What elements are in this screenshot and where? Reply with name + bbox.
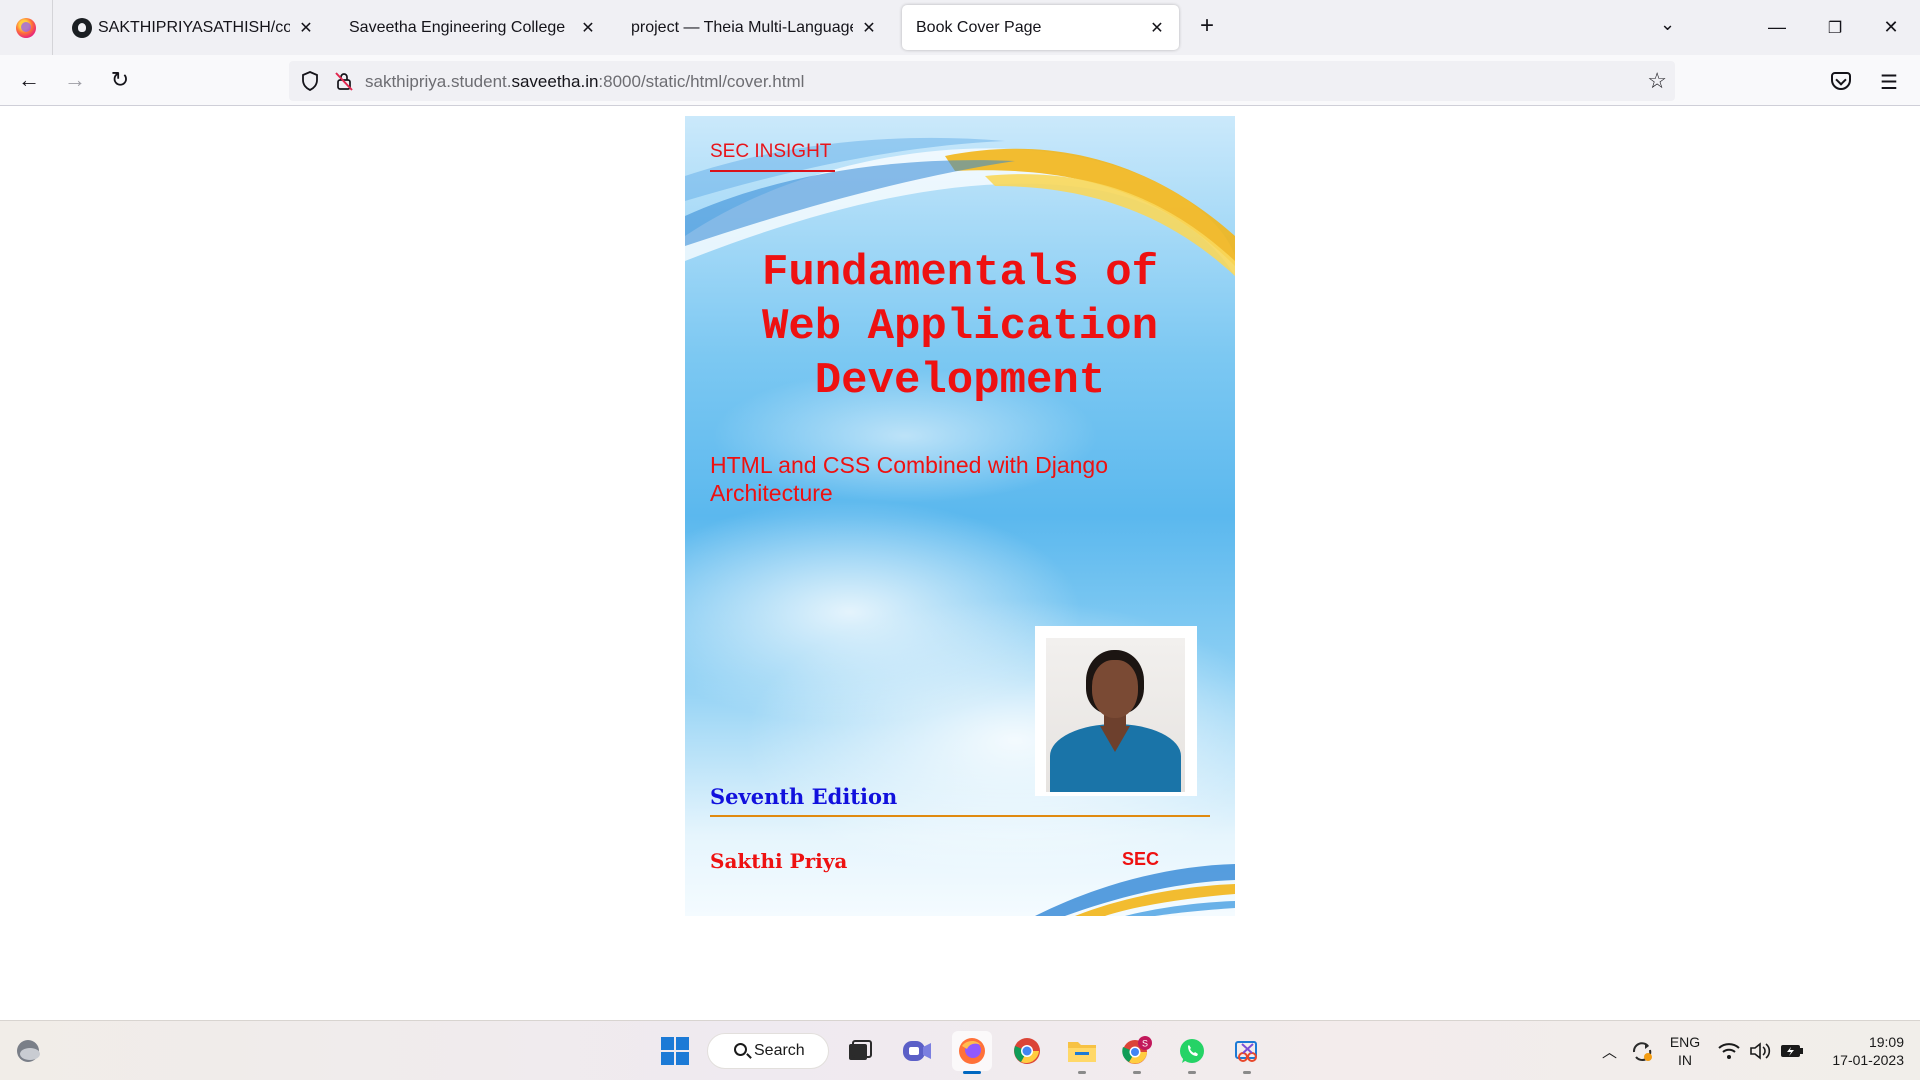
tracking-shield-icon[interactable] xyxy=(301,71,319,91)
profile-badge: S xyxy=(1142,1039,1148,1049)
start-button[interactable] xyxy=(655,1031,695,1071)
weather-widget-icon[interactable] xyxy=(8,1031,48,1071)
teams-meet-icon[interactable] xyxy=(897,1031,937,1071)
author-photo-frame xyxy=(1035,626,1197,796)
reload-button[interactable]: ↻ xyxy=(103,63,137,97)
tab-saveetha[interactable]: Saveetha Engineering College ✕ xyxy=(335,5,610,50)
book-subtitle: HTML and CSS Combined with Django Archit… xyxy=(710,452,1108,506)
list-all-tabs-icon[interactable]: ⌄ xyxy=(1660,14,1675,35)
back-button[interactable]: ← xyxy=(12,63,46,97)
firefox-icon xyxy=(16,17,36,38)
region-code: IN xyxy=(1678,1052,1692,1068)
url-text[interactable]: sakthipriya.student.saveetha.in:8000/sta… xyxy=(365,72,804,92)
github-icon xyxy=(72,17,92,38)
show-hidden-icons-icon[interactable]: ︿ xyxy=(1602,1021,1617,1081)
bookmark-star-icon[interactable]: ☆ xyxy=(1647,68,1667,94)
url-domain: saveetha.in xyxy=(511,72,599,91)
tab-strip: SAKTHIPRIYASATHISH/cover ✕ Saveetha Engi… xyxy=(0,0,1920,55)
series-underline xyxy=(710,170,835,172)
edition-label: Seventh Edition xyxy=(710,784,898,809)
title-line: Development xyxy=(814,356,1106,406)
author-photo xyxy=(1046,638,1185,792)
tab-title: Saveetha Engineering College xyxy=(349,18,566,36)
url-path: :8000/static/html/cover.html xyxy=(598,72,805,91)
search-label: Search xyxy=(754,1042,805,1059)
clock-time: 19:09 xyxy=(1868,1034,1904,1050)
chrome-profile-icon[interactable]: S xyxy=(1117,1031,1157,1074)
close-icon[interactable]: ✕ xyxy=(1149,18,1165,38)
clock-date: 17-01-2023 xyxy=(1832,1052,1904,1068)
tab-book-cover[interactable]: Book Cover Page ✕ xyxy=(902,5,1179,50)
task-view-icon[interactable] xyxy=(840,1031,880,1071)
language-indicator[interactable]: ENG IN xyxy=(1668,1033,1702,1069)
tab-title: Book Cover Page xyxy=(916,18,1042,36)
tab-github[interactable]: SAKTHIPRIYASATHISH/cover ✕ xyxy=(58,5,328,50)
taskbar-search[interactable]: Search xyxy=(707,1033,829,1069)
title-line: Web Application xyxy=(761,302,1159,352)
pocket-icon[interactable] xyxy=(1831,72,1851,90)
tab-title: SAKTHIPRIYASATHISH/cover xyxy=(98,18,290,36)
book-cover: SEC INSIGHT Fundamentals of Web Applicat… xyxy=(685,116,1235,916)
close-window-button[interactable]: ✕ xyxy=(1868,0,1914,55)
url-prefix: sakthipriya.student. xyxy=(365,72,512,91)
address-bar[interactable]: sakthipriya.student.saveetha.in:8000/sta… xyxy=(289,61,1675,101)
windows-taskbar: Search S ︿ ENG IN 19:09 17-01-2023 xyxy=(0,1020,1920,1080)
publisher-label: SEC xyxy=(1122,849,1160,869)
restore-button[interactable]: ❐ xyxy=(1812,0,1858,55)
author-name: Sakthi Priya xyxy=(710,849,848,873)
search-icon xyxy=(734,1043,747,1056)
firefox-taskbar-icon[interactable] xyxy=(952,1031,992,1074)
clock[interactable]: 19:09 17-01-2023 xyxy=(1818,1033,1904,1069)
insecure-lock-icon[interactable] xyxy=(335,71,353,91)
chrome-icon[interactable] xyxy=(1007,1031,1047,1071)
close-icon[interactable]: ✕ xyxy=(298,18,314,38)
wifi-icon[interactable] xyxy=(1718,1021,1740,1081)
windows-logo-icon xyxy=(661,1037,689,1065)
tab-theia[interactable]: project — Theia Multi-Language Ex ✕ xyxy=(617,5,891,50)
navigation-toolbar: ← → ↻ sakthipriya.student.saveetha.in:80… xyxy=(0,55,1920,106)
tab-title: project — Theia Multi-Language Ex xyxy=(631,18,853,36)
snipping-tool-icon[interactable] xyxy=(1227,1031,1267,1074)
edition-divider xyxy=(710,815,1210,817)
forward-button[interactable]: → xyxy=(58,63,92,97)
battery-icon[interactable] xyxy=(1780,1021,1804,1081)
app-menu-icon[interactable]: ☰ xyxy=(1880,70,1898,95)
minimize-button[interactable]: — xyxy=(1754,0,1800,55)
book-title: Fundamentals of Web Application Developm… xyxy=(685,246,1235,408)
title-line: Fundamentals of xyxy=(761,248,1159,298)
language-code: ENG xyxy=(1669,1034,1701,1050)
file-explorer-icon[interactable] xyxy=(1062,1031,1102,1074)
volume-icon[interactable] xyxy=(1749,1021,1771,1081)
new-tab-button[interactable]: + xyxy=(1192,12,1222,42)
whatsapp-icon[interactable] xyxy=(1172,1031,1212,1074)
close-icon[interactable]: ✕ xyxy=(861,18,877,38)
series-label: SEC INSIGHT xyxy=(710,141,832,162)
onedrive-sync-icon[interactable] xyxy=(1630,1021,1654,1081)
close-icon[interactable]: ✕ xyxy=(580,18,596,38)
firefox-view-button[interactable] xyxy=(0,0,53,55)
page-content: SEC INSIGHT Fundamentals of Web Applicat… xyxy=(0,107,1920,1020)
